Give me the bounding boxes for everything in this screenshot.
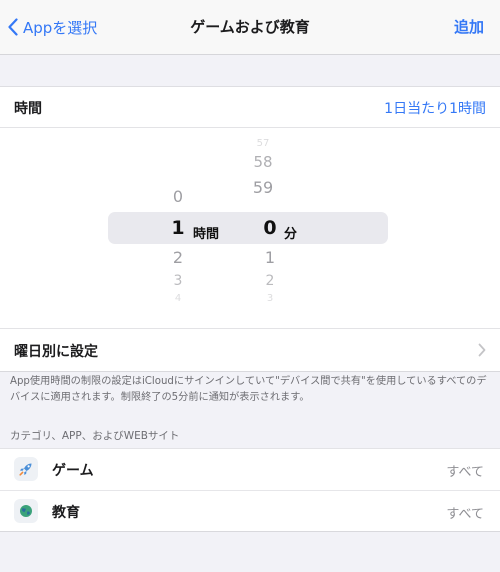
list-item-education[interactable]: 教育 すべて — [0, 490, 500, 532]
page-title: ゲームおよび教育 — [190, 18, 310, 36]
list-item-label: ゲーム — [52, 463, 94, 479]
chevron-right-icon — [478, 343, 486, 357]
navigation-bar: Appを選択 ゲームおよび教育 追加 — [0, 0, 500, 55]
time-label: 時間 — [14, 101, 42, 117]
hour-option[interactable]: 4 — [148, 289, 208, 301]
minute-option[interactable]: 2 — [240, 271, 300, 291]
globe-icon — [14, 499, 38, 523]
time-picker[interactable]: 0 1 2 3 4 時間 57 58 59 0 1 2 3 分 — [0, 128, 500, 328]
time-limit-card: 時間 1日当たり1時間 0 1 2 3 4 時間 57 58 59 0 1 2 … — [0, 86, 500, 328]
list-item-value: すべて — [446, 465, 484, 480]
list-item-value: すべて — [446, 507, 484, 522]
time-row[interactable]: 時間 1日当たり1時間 — [0, 87, 500, 128]
hours-unit-label: 時間 — [193, 227, 220, 242]
hour-option[interactable]: 2 — [148, 248, 208, 268]
time-value: 1日当たり1時間 — [384, 101, 486, 117]
list-item-games[interactable]: ゲーム すべて — [0, 449, 500, 490]
hour-option[interactable]: 3 — [148, 271, 208, 291]
list-item-label: 教育 — [52, 505, 80, 521]
hour-option[interactable]: 0 — [148, 187, 208, 207]
minute-option[interactable]: 1 — [240, 248, 300, 268]
customize-days-label: 曜日別に設定 — [14, 344, 98, 360]
icloud-footnote: App使用時間の制限の設定はiCloudにサインインしていて"デバイス間で共有"… — [10, 376, 487, 403]
rocket-icon — [14, 457, 38, 481]
minute-option[interactable]: 58 — [233, 152, 293, 172]
minute-option[interactable]: 57 — [233, 134, 293, 146]
minutes-unit-label: 分 — [284, 227, 298, 242]
customize-days-row[interactable]: 曜日別に設定 — [0, 328, 500, 372]
minute-option[interactable]: 3 — [240, 289, 300, 301]
categories-list: ゲーム すべて 教育 すべて — [0, 448, 500, 532]
add-button[interactable]: 追加 — [454, 16, 484, 37]
categories-section-header: カテゴリ、APP、およびWEBサイト — [10, 430, 180, 442]
minute-option[interactable]: 59 — [233, 178, 293, 198]
